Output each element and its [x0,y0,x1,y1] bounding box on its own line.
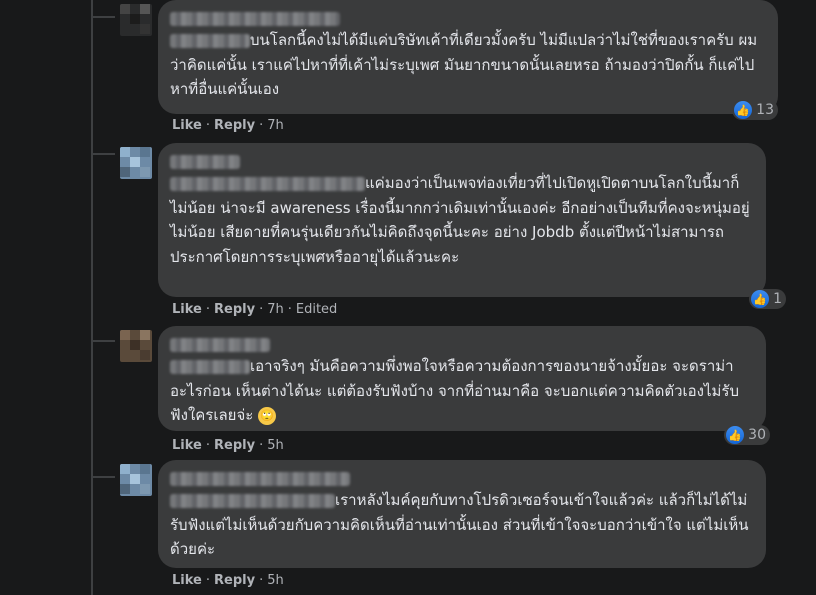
thread-line [91,0,93,595]
timestamp[interactable]: 7h [267,118,284,133]
like-button[interactable]: Like [172,118,202,133]
avatar[interactable] [120,147,152,179]
reaction-summary[interactable]: 👍 30 [724,425,770,445]
comment-actions: Like · Reply · 7h [172,118,284,133]
reply-button[interactable]: Reply [214,438,255,453]
thread-connector [91,16,115,18]
avatar[interactable] [120,330,152,362]
comment-text: บนโลกนี้คงไม่ได้มีแค่บริษัทเค้าที่เดียวม… [170,31,758,98]
thumbs-up-icon: 👍 [726,426,745,444]
reaction-count: 13 [756,102,774,118]
comment-text: เอาจริงๆ มันคือความพึ่งพอใจหรือความต้องก… [170,357,739,425]
commenter-name-redacted[interactable] [170,468,754,488]
reply-button[interactable]: Reply [214,118,255,133]
like-button[interactable]: Like [172,302,202,317]
avatar[interactable] [120,4,152,36]
like-button[interactable]: Like [172,438,202,453]
comment-actions: Like · Reply · 5h [172,438,284,453]
thread-connector [91,476,115,478]
commenter-name-redacted[interactable] [170,8,766,28]
thread-connector [91,153,115,155]
commenter-name-redacted[interactable] [170,334,754,354]
comment-bubble: แค่มองว่าเป็นเพจท่องเที่ยวที่ไปเปิดหูเปิ… [158,143,786,309]
timestamp[interactable]: 5h [267,438,284,453]
like-button[interactable]: Like [172,573,202,588]
timestamp[interactable]: 7h [267,302,284,317]
commenter-name-redacted[interactable] [170,151,754,171]
timestamp[interactable]: 5h [267,573,284,588]
thumbs-up-icon: 👍 [734,101,753,119]
reply-button[interactable]: Reply [214,302,255,317]
reaction-count: 30 [748,427,766,443]
comment-bubble: เราหลังไมค์คุยกับทางโปรดิวเซอร์จนเข้าใจแ… [158,460,766,568]
comment-actions: Like · Reply · 5h [172,573,284,588]
comment-bubble: เอาจริงๆ มันคือความพึ่งพอใจหรือความต้องก… [158,326,770,445]
reaction-summary[interactable]: 👍 1 [749,289,786,309]
rolling-eyes-emoji: 🙄 [258,406,277,425]
comment-text: เราหลังไมค์คุยกับทางโปรดิวเซอร์จนเข้าใจแ… [170,491,749,558]
comment-actions: Like · Reply · 7h · Edited [172,302,338,317]
edited-label[interactable]: Edited [296,302,337,317]
reaction-summary[interactable]: 👍 13 [732,100,778,120]
comment-text: แค่มองว่าเป็นเพจท่องเที่ยวที่ไปเปิดหูเปิ… [170,174,750,266]
thumbs-up-icon: 👍 [751,290,770,308]
avatar[interactable] [120,464,152,496]
thread-connector [91,340,115,342]
reaction-count: 1 [773,291,782,307]
comment-bubble: บนโลกนี้คงไม่ได้มีแค่บริษัทเค้าที่เดียวม… [158,0,778,120]
reply-button[interactable]: Reply [214,573,255,588]
